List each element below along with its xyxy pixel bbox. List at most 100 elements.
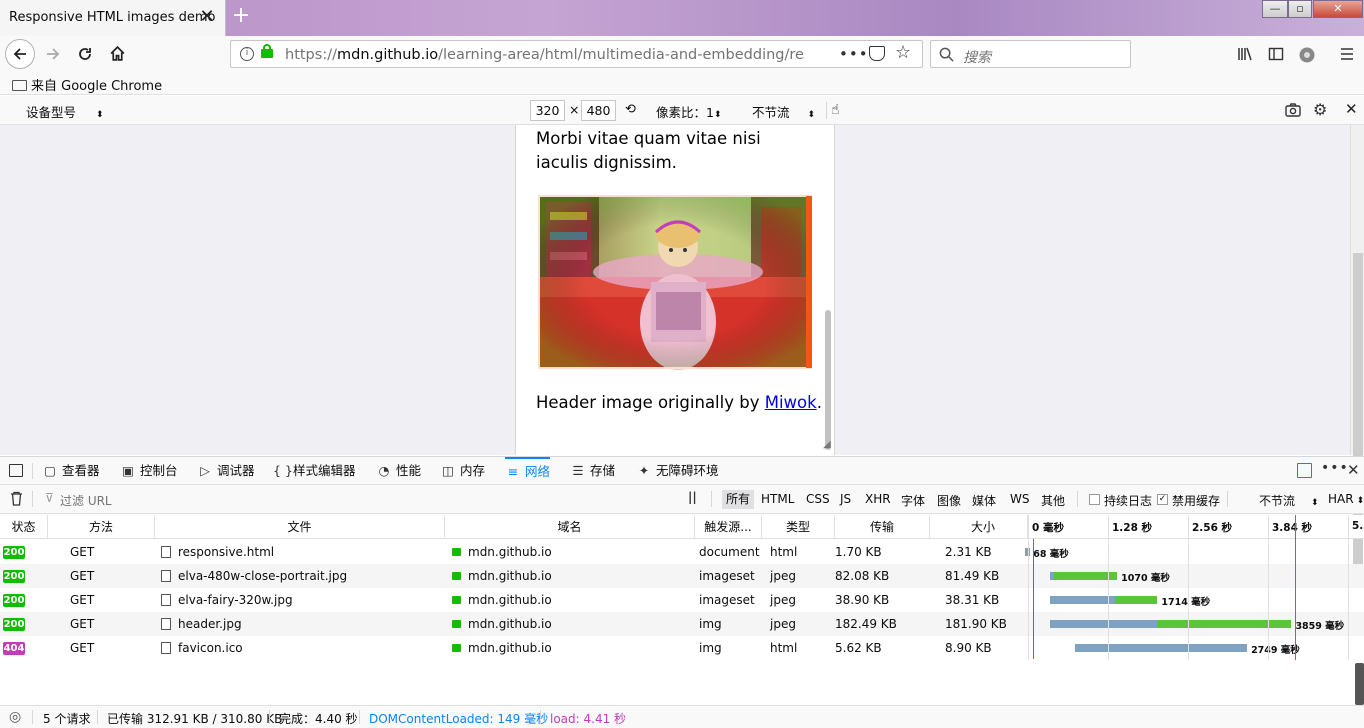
reload-button[interactable] (70, 39, 100, 69)
request-transferred: 82.08 KB (835, 564, 889, 588)
sidebar-icon[interactable] (1267, 46, 1285, 64)
rotate-viewport-icon[interactable]: ⟲ (625, 102, 636, 117)
touch-simulation-icon[interactable]: ☝ (831, 102, 840, 118)
devtools-tab-icon: ◔ (378, 463, 390, 478)
request-row[interactable]: 200 GET responsive.html mdn.github.io docume… (0, 540, 1364, 564)
type-filter-html[interactable]: HTML (761, 492, 794, 506)
devtools-tab-3[interactable]: ▷ 调试器 (197, 457, 254, 485)
viewport-width-input[interactable]: 320 (530, 100, 565, 121)
clear-trash-icon[interactable] (10, 491, 23, 509)
devtools-tab-2[interactable]: ▣ 控制台 (120, 457, 177, 485)
request-size: 38.31 KB (945, 588, 999, 612)
pocket-icon[interactable] (869, 46, 885, 61)
url-text[interactable]: https://mdn.github.io/learning-area/html… (285, 47, 805, 63)
request-row[interactable]: 200 GET header.jpg mdn.github.io img jpeg 182.… (0, 612, 1364, 636)
column-header-3[interactable]: 文件 (155, 515, 445, 539)
maximize-button[interactable]: ▫ (1288, 0, 1312, 18)
dock-side-icon[interactable] (1297, 463, 1312, 478)
pause-icon[interactable]: || (688, 490, 697, 504)
back-button[interactable] (5, 39, 35, 69)
device-viewport[interactable]: Morbi vitae quam vitae nisi iaculis dign… (515, 125, 835, 455)
extension-icon[interactable] (1298, 46, 1316, 64)
type-filter-xhr[interactable]: XHR (865, 492, 891, 506)
page-scrollbar[interactable] (1350, 125, 1364, 565)
type-filter-js[interactable]: JS (840, 492, 851, 506)
type-filter-10[interactable]: 其他 (1041, 492, 1065, 509)
request-row[interactable]: 404 GET favicon.ico mdn.github.io img html 5.6… (0, 636, 1364, 660)
info-icon[interactable]: i (240, 47, 254, 61)
request-row[interactable]: 200 GET elva-fairy-320w.jpg mdn.github.io im… (0, 588, 1364, 612)
type-filter-ws[interactable]: WS (1010, 492, 1029, 506)
hamburger-menu-icon[interactable] (1338, 46, 1356, 64)
request-size: 8.90 KB (945, 636, 992, 660)
browser-tab[interactable]: Responsive HTML images demo ✕ (0, 0, 226, 36)
filter-url-input[interactable]: 过滤 URL (60, 492, 112, 509)
library-icon[interactable] (1236, 46, 1254, 64)
screenshot-icon[interactable] (1285, 103, 1301, 120)
performance-analysis-icon[interactable]: ◎ (9, 709, 21, 725)
network-throttle-select[interactable]: 不节流 ⬍ (1259, 492, 1319, 509)
timeline-tick-label: 5.12 (1352, 520, 1364, 532)
type-filter-7[interactable]: 图像 (937, 492, 961, 509)
waterfall-time-label: 2749 毫秒 (1251, 645, 1300, 656)
column-header-7[interactable]: 传输 (835, 515, 930, 539)
dpr-selector[interactable]: 像素比：1⬍ (656, 102, 722, 121)
network-throttle-selector[interactable]: 不节流 ⬍ (752, 102, 815, 121)
bookmark-star-icon[interactable]: ☆ (895, 42, 911, 63)
device-selector[interactable]: 设备型号 ⬍ (26, 102, 104, 121)
column-header-2[interactable]: 方法 (48, 515, 155, 539)
new-tab-button[interactable]: + (229, 5, 253, 29)
request-type-text: html (770, 545, 798, 559)
home-button[interactable] (102, 39, 132, 69)
forward-button[interactable] (38, 39, 68, 69)
devtools-tab-7[interactable]: ≡ 网络 (505, 457, 551, 485)
type-filter-8[interactable]: 媒体 (972, 492, 996, 509)
type-filter-1[interactable]: 所有 (722, 490, 755, 509)
devtools-tab-label: 性能 (396, 463, 422, 478)
miwok-link[interactable]: Miwok (765, 393, 817, 412)
request-size-text: 181.90 KB (945, 617, 1007, 631)
column-header-4[interactable]: 域名 (445, 515, 695, 539)
window-close-button[interactable]: ✕ (1313, 0, 1363, 18)
status-badge: 200 (3, 570, 25, 583)
resize-handle-icon[interactable]: ◢ (823, 439, 831, 450)
request-size-text: 8.90 KB (945, 641, 992, 655)
devtools-tab-6[interactable]: ◫ 内存 (440, 457, 485, 485)
devtools-tab-5[interactable]: ◔ 性能 (376, 457, 421, 485)
minimize-button[interactable]: — (1262, 0, 1288, 18)
devtools-options-icon[interactable]: ••• (1321, 460, 1349, 476)
waterfall-receive-bar (1156, 620, 1292, 628)
har-menu[interactable]: HAR ⬍ (1328, 492, 1364, 506)
column-header-8[interactable]: 大小 (930, 515, 1028, 539)
timeline-tick-label: 3.84 秒 (1272, 522, 1313, 534)
table-scrollbar[interactable] (1355, 663, 1364, 705)
search-bar[interactable]: 搜索 (930, 40, 1131, 68)
devtools-tab-1[interactable]: ▢ 查看器 (42, 457, 99, 485)
disable-cache-checkbox[interactable]: ✓ (1157, 494, 1168, 505)
request-count: 5 个请求 (43, 712, 91, 726)
devtools-tab-8[interactable]: ☰ 存储 (570, 457, 615, 485)
close-tab-icon[interactable]: ✕ (198, 8, 216, 26)
bookmark-folder-label: 来自 Google Chrome (31, 79, 163, 94)
page-actions-icon[interactable]: ••• (839, 45, 869, 63)
close-rdm-icon[interactable]: ✕ (1345, 100, 1358, 118)
bookmark-folder[interactable]: 来自 Google Chrome (12, 75, 162, 94)
devtools-tab-9[interactable]: ✦ 无障碍环境 (636, 457, 719, 485)
request-row[interactable]: 200 GET elva-480w-close-portrait.jpg mdn.gi… (0, 564, 1364, 588)
devtools-tab-4[interactable]: { }样式编辑器 (273, 457, 356, 485)
devtools-tab-label: 存储 (590, 463, 616, 478)
type-filter-css[interactable]: CSS (806, 492, 830, 506)
close-devtools-icon[interactable]: ✕ (1347, 461, 1360, 479)
request-domain-text: mdn.github.io (468, 569, 552, 583)
element-picker-icon[interactable] (9, 464, 23, 477)
column-header-6[interactable]: 类型 (762, 515, 835, 539)
url-bar[interactable]: i https://mdn.github.io/learning-area/ht… (230, 40, 923, 68)
persist-log-checkbox[interactable] (1089, 494, 1100, 505)
viewport-scrollbar[interactable] (825, 310, 831, 450)
request-type-text: jpeg (770, 593, 796, 607)
settings-gear-icon[interactable]: ⚙ (1313, 100, 1327, 119)
column-header-1[interactable]: 状态 (0, 515, 48, 539)
column-header-5[interactable]: 触发源... (695, 515, 762, 539)
type-filter-6[interactable]: 字体 (901, 492, 925, 509)
viewport-height-input[interactable]: 480 (581, 100, 616, 121)
